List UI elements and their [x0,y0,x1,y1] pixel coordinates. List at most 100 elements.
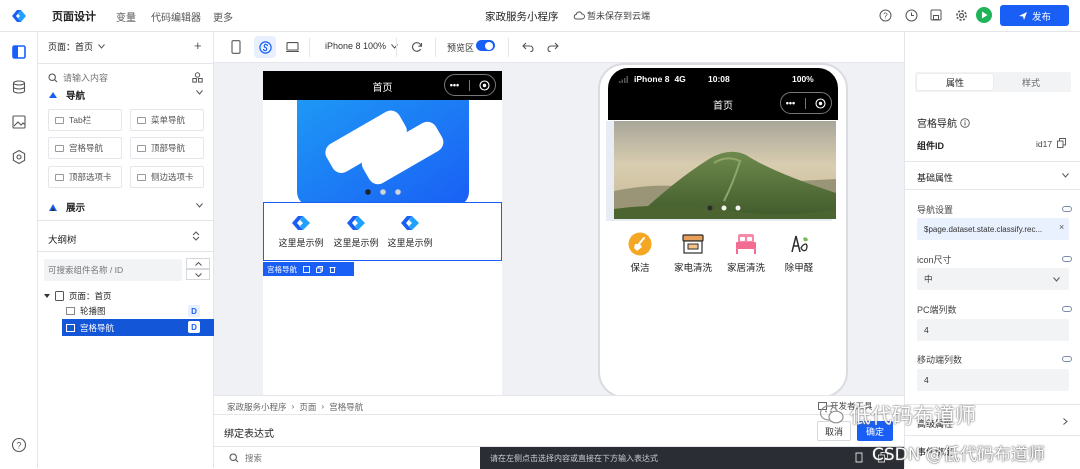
grid-nav-item[interactable]: 这里是示例 [387,215,433,249]
chevron-down-icon[interactable] [1062,173,1069,178]
history-icon[interactable] [905,9,918,22]
expression-search-input[interactable] [245,453,445,463]
tab-properties[interactable]: 属性 [917,74,993,90]
mobile-cols-input[interactable]: 4 [917,369,1069,391]
expression-editor[interactable]: 请在左侧点击选择内容或直接在下方输入表达式 [480,447,904,469]
outline-down-button[interactable] [186,269,210,280]
divider [214,414,904,415]
editor-swiper[interactable] [263,100,502,210]
delete-icon[interactable] [329,266,336,273]
tab-variables[interactable]: 变量 [116,9,136,24]
pc-cols-input[interactable]: 4 [917,319,1069,341]
refresh-icon[interactable] [411,41,423,53]
editor-phone[interactable]: 首页 ••• 这里是示例 这里是示例 这里是示例 宫格导航 [263,71,502,395]
nav-item-appliance[interactable]: 家电清洗 [671,232,715,274]
database-icon[interactable] [11,79,27,95]
help-icon[interactable]: ? [879,9,892,22]
info-icon[interactable] [960,117,970,128]
bind-link-icon[interactable] [1062,356,1072,362]
outline-search-input[interactable] [48,265,176,275]
component-tabbar[interactable]: Tab栏 [48,109,122,131]
tree-node-page[interactable]: 页面：首页 [44,288,214,304]
mountain-landscape-image [614,121,836,219]
page-icon [55,291,64,301]
capsule-menu[interactable]: ••• [780,92,832,114]
device-zoom-select[interactable]: iPhone 8 100% [325,41,398,51]
extensions-icon[interactable] [11,149,27,165]
component-top-nav[interactable]: 顶部导航 [130,137,204,159]
chevron-right-icon[interactable] [1063,418,1068,425]
media-image-icon[interactable] [11,114,27,130]
icon-size-select[interactable]: 中 [917,268,1069,290]
cloud-status: 暂未保存到云端 [573,9,650,22]
copy-id-icon[interactable] [1057,138,1066,148]
component-top-tabs[interactable]: 顶部选项卡 [48,166,122,188]
clear-icon[interactable]: × [1059,222,1064,232]
bind-link-icon[interactable] [1062,256,1072,262]
bind-link-icon[interactable] [1062,306,1072,312]
page-select[interactable]: 页面：首页 [48,40,105,53]
group-header-nav[interactable]: 导航 [48,88,85,102]
expression-search[interactable] [229,453,445,463]
help-icon[interactable]: ? [11,437,27,453]
miniprogram-device-button[interactable] [254,36,276,58]
nav-item-cleaning[interactable]: 保洁 [618,232,662,274]
copy-icon[interactable] [316,265,323,273]
side-tabs-icon [137,173,146,181]
bind-link-icon[interactable] [1062,206,1072,212]
tab-more[interactable]: 更多 [213,9,233,24]
settings-gear-icon[interactable] [955,9,968,22]
group-display-label: 展示 [66,203,86,214]
run-preview-button[interactable] [976,7,992,23]
tree-label: 页面：首页 [69,291,112,301]
collapse-toggle-icon[interactable] [192,231,200,241]
grid-nav-item[interactable]: 这里是示例 [333,215,379,249]
tab-code-editor[interactable]: 代码编辑器 [151,9,201,24]
component-search-input[interactable] [63,73,173,83]
tab-page-design[interactable]: 页面设计 [52,8,96,24]
signal-icon [619,75,629,83]
save-template-icon[interactable] [303,265,310,273]
grid-nav-selected[interactable]: 这里是示例 这里是示例 这里是示例 [263,202,502,261]
chevron-down-icon[interactable] [196,203,203,208]
grid-nav-label: 这里是示例 [387,238,433,248]
component-library-icon[interactable] [192,72,203,83]
capsule-menu[interactable]: ••• [444,74,496,96]
tab-style[interactable]: 样式 [993,74,1069,90]
component-menu-nav[interactable]: 菜单导航 [130,109,204,131]
outline-up-button[interactable] [186,258,210,269]
components-panel-icon[interactable] [11,44,27,60]
brand-logo-icon [345,215,367,231]
preview-toggle[interactable] [476,40,495,51]
component-grid-nav[interactable]: 宫格导航 [48,137,122,159]
nav-setting-field[interactable]: $page.dataset.state.classify.rec... [917,218,1069,240]
props-tab-group: 属性 样式 [915,72,1071,92]
chevron-down-icon[interactable] [196,90,203,95]
redo-icon[interactable] [547,42,559,52]
left-rail: ? [0,32,38,468]
save-icon[interactable] [930,9,942,21]
nav-item-label: 保洁 [630,263,650,274]
grid-nav-item[interactable]: 这里是示例 [278,215,324,249]
breadcrumb-item[interactable]: 家政服务小程序 [227,401,287,413]
section-basic[interactable]: 基础属性 [917,171,953,184]
desktop-device-icon[interactable] [286,42,299,52]
breadcrumb-item[interactable]: 宫格导航 [329,401,363,413]
component-search[interactable] [48,69,204,87]
breadcrumb-item[interactable]: 页面 [299,401,316,413]
component-side-tabs[interactable]: 侧边选项卡 [130,166,204,188]
outline-search[interactable] [44,259,182,281]
undo-icon[interactable] [522,42,534,52]
publish-button[interactable]: 发布 [1000,5,1069,26]
top-bar: 页面设计 变量 代码编辑器 更多 家政服务小程序 暂未保存到云端 ? 发布 [0,0,1080,32]
formula-icon[interactable] [854,452,864,463]
id-value: id17 [1036,139,1053,149]
bind-expression-title: 绑定表达式 [224,429,274,440]
add-page-icon[interactable]: + [194,38,202,53]
nav-item-home-cleaning[interactable]: 家居清洗 [724,232,768,274]
mobile-device-icon[interactable] [231,40,241,54]
publish-label: 发布 [1031,11,1051,23]
group-header-display[interactable]: 展示 [48,200,85,214]
preview-swiper[interactable] [614,121,836,219]
nav-item-formaldehyde[interactable]: 除甲醛 [777,232,821,274]
